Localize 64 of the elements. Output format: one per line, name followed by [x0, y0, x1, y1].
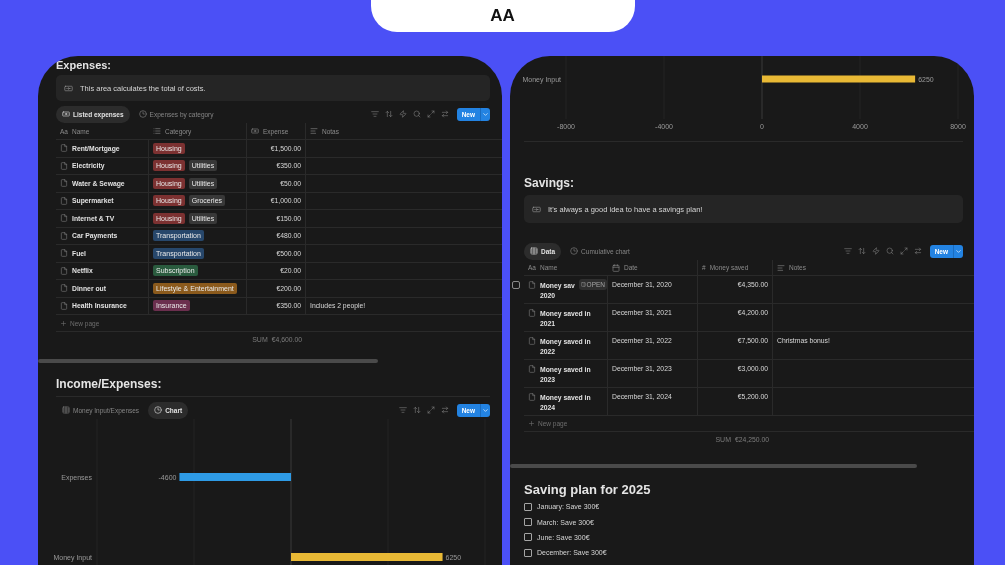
dropdown-button[interactable]: [480, 107, 490, 121]
table-icon: [62, 406, 70, 414]
page-icon: [60, 249, 68, 258]
scrollbar[interactable]: [38, 359, 378, 363]
page-icon: [528, 393, 536, 401]
expand-icon[interactable]: [426, 406, 435, 414]
page-icon: [60, 214, 68, 223]
banknote-icon: [251, 127, 259, 135]
page-icon: [528, 309, 536, 317]
table-icon: [530, 247, 538, 255]
filter-icon[interactable]: [843, 247, 852, 255]
caret-icon: [482, 406, 489, 414]
page-icon: [60, 266, 68, 275]
page-icon: [528, 337, 536, 345]
section-heading: Expenses:: [56, 58, 112, 72]
text-lines-icon: [777, 263, 785, 272]
banknote-icon: [64, 83, 73, 93]
caret-icon: [482, 110, 489, 118]
sort-icon[interactable]: [384, 110, 393, 118]
plus-icon[interactable]: [60, 319, 67, 327]
calendar-icon: [612, 263, 620, 272]
page-icon: [60, 179, 68, 188]
list-icon: [153, 127, 161, 135]
settings-icon[interactable]: [913, 247, 922, 255]
filter-icon[interactable]: [370, 110, 379, 118]
section-heading: Savings:: [524, 176, 574, 191]
section-heading: Saving plan for 2025: [524, 482, 651, 498]
panel-icon: [580, 282, 586, 287]
expand-icon[interactable]: [426, 110, 435, 118]
banknote-icon: [62, 110, 70, 118]
page-icon: [60, 196, 68, 205]
settings-icon[interactable]: [440, 406, 449, 414]
clock-icon: [138, 110, 147, 118]
page-icon: [60, 144, 68, 153]
sort-icon[interactable]: [857, 247, 866, 255]
plus-icon[interactable]: [528, 420, 535, 427]
page-icon: [60, 231, 68, 240]
lightning-icon[interactable]: [871, 247, 880, 255]
clock-icon: [154, 406, 163, 414]
search-icon[interactable]: [885, 247, 894, 255]
row-checkbox[interactable]: [512, 281, 520, 289]
checkbox[interactable]: [524, 518, 532, 527]
page-icon: [60, 301, 68, 310]
search-icon[interactable]: [412, 110, 421, 118]
caret-icon: [955, 247, 962, 255]
page-icon: [60, 284, 68, 293]
settings-icon[interactable]: [440, 110, 449, 118]
dropdown-button[interactable]: [480, 403, 490, 417]
dropdown-button[interactable]: [953, 244, 963, 258]
clock-icon: [570, 247, 579, 255]
scrollbar[interactable]: [510, 464, 917, 468]
text-lines-icon: [310, 127, 318, 135]
sort-icon[interactable]: [412, 406, 421, 414]
checkbox[interactable]: [524, 548, 532, 557]
filter-icon[interactable]: [398, 406, 407, 414]
checkbox[interactable]: [524, 502, 532, 511]
page-icon: [60, 161, 68, 170]
banknote-icon: [532, 204, 541, 214]
section-heading: Income/Expenses:: [56, 377, 162, 392]
page-icon: [528, 281, 536, 289]
page-icon: [528, 365, 536, 373]
expand-icon[interactable]: [899, 247, 908, 255]
lightning-icon[interactable]: [398, 110, 407, 118]
checkbox[interactable]: [524, 533, 532, 542]
